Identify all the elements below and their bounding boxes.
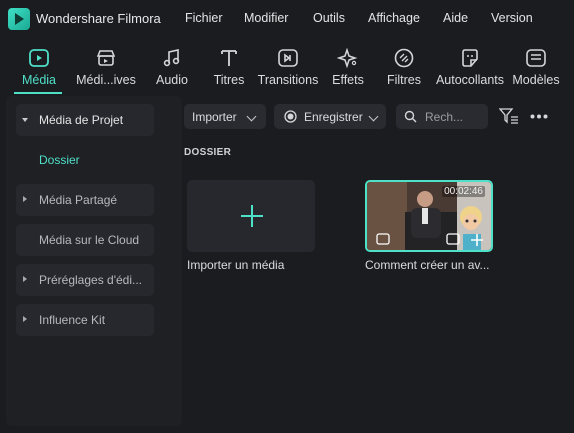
more-options-icon[interactable] — [530, 114, 548, 119]
sidebar-item-cloud-media[interactable]: Média sur le Cloud — [16, 224, 154, 256]
caret-right-icon — [23, 316, 27, 322]
filter-icon — [394, 48, 414, 68]
menu-aide[interactable]: Aide — [443, 11, 468, 25]
tab-media-label: Média — [21, 73, 57, 87]
section-title: DOSSIER — [184, 147, 232, 158]
media-toolbar: Média Médi...ives Audio Titres Transitio… — [0, 40, 574, 92]
import-media-card[interactable] — [187, 180, 315, 252]
import-dropdown-button[interactable]: Importer — [184, 104, 266, 129]
music-note-icon — [163, 49, 180, 67]
tab-stock-media-label: Médi...ives — [76, 73, 136, 87]
menu-affichage[interactable]: Affichage — [368, 11, 420, 25]
menu-modifier[interactable]: Modifier — [244, 11, 288, 25]
tab-filters-label: Filtres — [386, 73, 422, 87]
record-icon — [284, 110, 297, 123]
sidebar-item-shared-media[interactable]: Média Partagé — [16, 184, 154, 216]
tab-audio[interactable]: Audio — [149, 40, 195, 92]
filter-sort-icon[interactable] — [499, 108, 519, 125]
effects-sparkle-icon — [337, 47, 358, 69]
tab-stock-media[interactable]: Médi...ives — [76, 40, 136, 92]
menu-fichier[interactable]: Fichier — [185, 11, 223, 25]
menu-version[interactable]: Version — [491, 11, 533, 25]
sidebar-item-folder[interactable]: Dossier — [39, 153, 80, 167]
filmora-logo-icon — [8, 8, 30, 30]
tab-templates-label: Modèles — [512, 73, 560, 87]
tab-effects-label: Effets — [332, 73, 364, 87]
sidebar-item-label: Influence Kit — [39, 313, 106, 327]
chevron-down-icon — [246, 111, 257, 122]
sticker-icon — [462, 49, 478, 67]
title-bar: Wondershare Filmora Fichier Modifier Out… — [0, 0, 574, 38]
import-media-label: Importer un média — [187, 258, 285, 272]
import-button-label: Importer — [192, 110, 237, 124]
tab-audio-label: Audio — [156, 73, 188, 87]
plus-icon-vertical — [251, 205, 253, 227]
tab-titles-label: Titres — [213, 73, 245, 87]
media-library-panel: Importer Enregistrer Rech... DOSSIER Imp… — [184, 96, 568, 426]
search-placeholder: Rech... — [425, 110, 464, 124]
sidebar-item-project-media[interactable]: Média de Projet — [16, 104, 154, 136]
menu-outils[interactable]: Outils — [313, 11, 345, 25]
video-title-label: Comment créer un av... — [365, 258, 490, 272]
text-icon — [221, 50, 237, 66]
stock-media-icon — [96, 50, 116, 66]
sidebar-item-label: Média sur le Cloud — [39, 233, 140, 247]
tab-effects[interactable]: Effets — [330, 40, 366, 92]
caret-right-icon — [23, 196, 27, 202]
video-duration: 00:02:46 — [442, 186, 485, 197]
tab-stickers-label: Autocollants — [435, 73, 505, 87]
active-tab-indicator — [14, 92, 62, 94]
tab-filters[interactable]: Filtres — [386, 40, 422, 92]
sidebar-item-presets[interactable]: Préréglages d'édi... — [16, 264, 154, 296]
sidebar-item-label: Média Partagé — [39, 193, 118, 207]
tab-transitions[interactable]: Transitions — [257, 40, 319, 92]
record-button-label: Enregistrer — [304, 110, 363, 124]
caret-down-icon — [22, 118, 28, 122]
transition-icon — [278, 49, 298, 67]
tab-transitions-label: Transitions — [257, 73, 319, 87]
media-icon — [29, 49, 49, 67]
chevron-down-icon — [368, 111, 379, 122]
filmora-window: Wondershare Filmora Fichier Modifier Out… — [0, 0, 574, 433]
caret-right-icon — [23, 276, 27, 282]
tab-media[interactable]: Média — [14, 40, 64, 92]
templates-icon — [526, 49, 546, 67]
sidebar: Média de Projet Dossier Média Partagé Mé… — [6, 96, 182, 426]
sidebar-item-label: Média de Projet — [39, 113, 124, 127]
sidebar-item-label: Préréglages d'édi... — [39, 273, 143, 287]
tab-stickers[interactable]: Autocollants — [434, 40, 506, 92]
sidebar-item-influence-kit[interactable]: Influence Kit — [16, 304, 154, 336]
video-thumbnail[interactable]: 00:02:46 — [365, 180, 493, 252]
tab-templates[interactable]: Modèles — [510, 40, 562, 92]
tab-titles[interactable]: Titres — [208, 40, 250, 92]
search-icon — [404, 110, 417, 123]
app-title: Wondershare Filmora — [36, 11, 161, 26]
record-dropdown-button[interactable]: Enregistrer — [274, 104, 386, 129]
search-input[interactable]: Rech... — [396, 104, 488, 129]
